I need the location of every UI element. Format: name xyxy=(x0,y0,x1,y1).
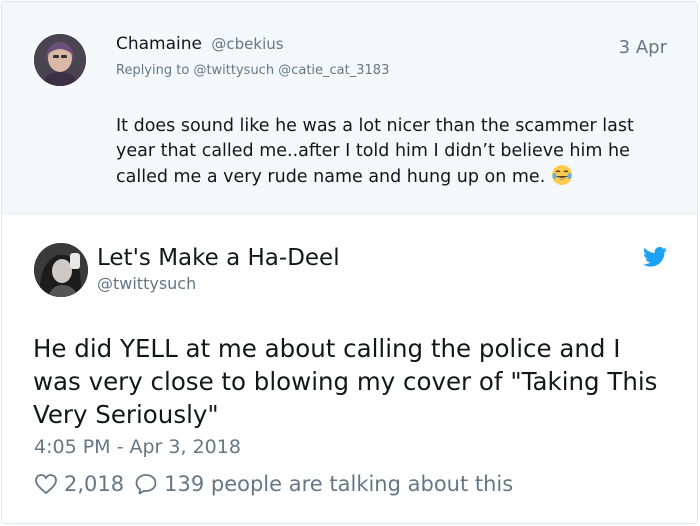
reply-date[interactable]: 3 Apr xyxy=(619,37,667,58)
tweet-author-name[interactable]: Let's Make a Ha-Deel xyxy=(97,245,340,271)
replying-to-label: Replying to xyxy=(116,63,190,78)
twitter-bird-icon[interactable] xyxy=(643,247,667,267)
reply-author-handle[interactable]: @cbekius xyxy=(211,35,283,53)
like-count: 2,018 xyxy=(64,472,125,496)
mention-link[interactable]: @catie_cat_3183 xyxy=(278,63,389,78)
tweet-timestamp[interactable]: 4:05 PM - Apr 3, 2018 xyxy=(34,436,241,458)
speech-bubble-icon xyxy=(135,474,157,495)
like-button[interactable]: 2,018 xyxy=(34,472,124,496)
reply-author-name[interactable]: Chamaine xyxy=(116,34,202,54)
heart-icon xyxy=(35,474,57,495)
conversation-link[interactable]: 139 people are talking about this xyxy=(134,472,513,496)
conversation-text: 139 people are talking about this xyxy=(164,472,514,496)
embedded-tweet-card: Chamaine @cbekius 3 Apr Replying to @twi… xyxy=(1,1,698,524)
tweet-author-avatar[interactable] xyxy=(34,243,88,297)
avatar-image xyxy=(34,34,86,86)
face-with-tears-of-joy-icon xyxy=(551,164,573,186)
tweet-author-handle[interactable]: @twittysuch xyxy=(97,274,196,293)
replying-to-line: Replying to @twittysuch @catie_cat_3183 xyxy=(116,63,389,78)
tweet-text: He did YELL at me about calling the poli… xyxy=(33,334,658,429)
mention-link[interactable]: @twittysuch xyxy=(193,63,274,78)
tweet-actions: 2,018 139 people are talking about this xyxy=(34,472,513,496)
reply-section: Chamaine @cbekius 3 Apr Replying to @twi… xyxy=(2,2,697,214)
reply-author-line: Chamaine @cbekius xyxy=(116,33,284,55)
reply-author-avatar[interactable] xyxy=(34,34,86,86)
reply-text-block: It does sound like he was a lot nicer th… xyxy=(116,114,676,190)
avatar-image xyxy=(34,243,88,297)
